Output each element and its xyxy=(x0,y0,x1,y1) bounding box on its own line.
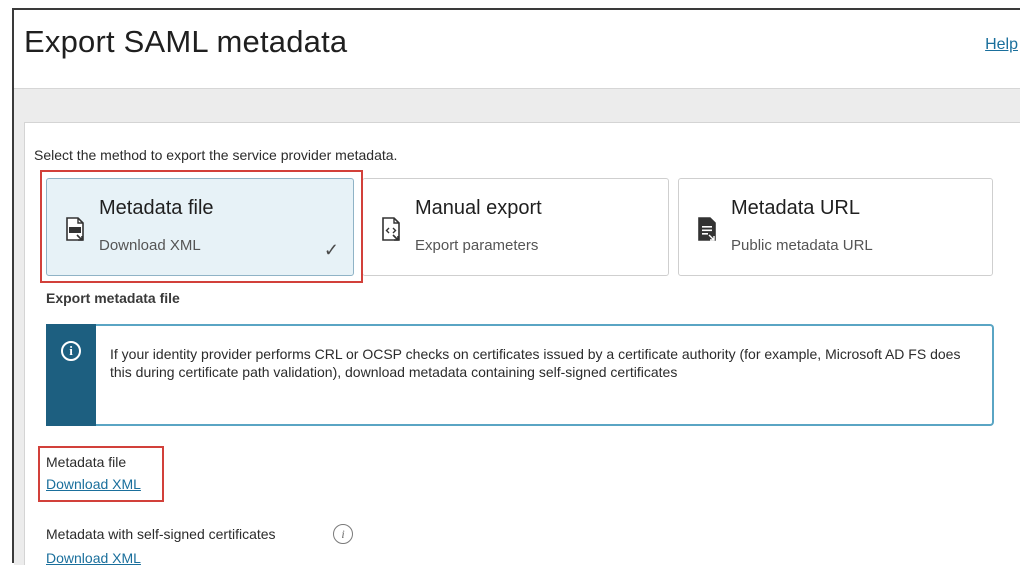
document-link-icon xyxy=(698,217,716,241)
info-tooltip-icon[interactable]: i xyxy=(333,524,353,544)
method-card-title: Manual export xyxy=(415,197,542,219)
method-card-metadata-file[interactable]: Metadata file Download XML ✓ xyxy=(46,178,354,276)
method-instruction: Select the method to export the service … xyxy=(34,147,398,163)
self-signed-metadata-label: Metadata with self-signed certificates xyxy=(46,526,276,542)
metadata-file-label: Metadata file xyxy=(46,454,127,470)
xml-file-icon xyxy=(66,217,84,241)
method-card-subtitle: Download XML xyxy=(99,237,201,254)
download-xml-link[interactable]: Download XML xyxy=(46,476,141,492)
method-card-manual-export[interactable]: Manual export Export parameters xyxy=(362,178,669,276)
method-card-title: Metadata file xyxy=(99,197,214,219)
code-file-icon xyxy=(382,217,400,241)
method-card-title: Metadata URL xyxy=(731,197,860,219)
page-title: Export SAML metadata xyxy=(24,24,348,59)
method-card-metadata-url[interactable]: Metadata URL Public metadata URL xyxy=(678,178,993,276)
method-card-subtitle: Export parameters xyxy=(415,237,539,254)
section-title: Export metadata file xyxy=(46,290,180,306)
info-message: If your identity provider performs CRL o… xyxy=(110,346,961,380)
method-card-subtitle: Public metadata URL xyxy=(731,237,873,254)
info-banner-strip xyxy=(46,324,96,426)
help-link[interactable]: Help xyxy=(985,36,1018,54)
page-frame: Export SAML metadata Help xyxy=(12,8,1020,565)
download-self-signed-xml-link[interactable]: Download XML xyxy=(46,550,141,566)
check-icon: ✓ xyxy=(323,240,339,260)
info-icon: i xyxy=(61,341,81,361)
